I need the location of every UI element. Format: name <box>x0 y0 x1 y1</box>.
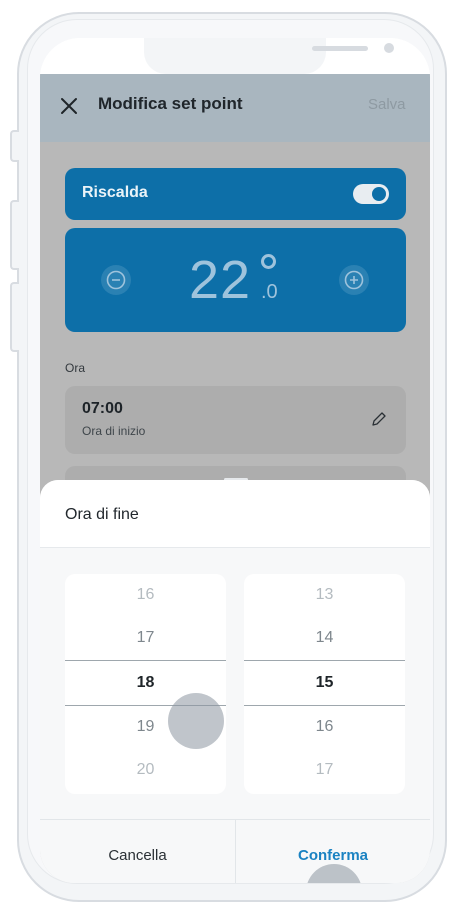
minute-option[interactable]: 17 <box>244 761 405 779</box>
close-icon[interactable] <box>60 97 78 115</box>
end-time-sheet: Ora di fine 16 17 18 19 20 13 14 15 16 1… <box>40 480 430 883</box>
hour-option[interactable]: 17 <box>65 629 226 647</box>
notch <box>144 38 394 74</box>
side-button <box>10 200 19 270</box>
status-bar <box>40 38 430 74</box>
start-time-card[interactable]: 07:00 Ora di inizio <box>65 386 406 454</box>
side-button <box>10 130 19 162</box>
decrease-temperature-button[interactable] <box>101 265 131 295</box>
minute-option[interactable]: 13 <box>244 586 405 604</box>
save-button[interactable]: Salva <box>368 96 406 113</box>
hour-option-selected[interactable]: 18 <box>65 674 226 692</box>
speaker-grille <box>312 46 368 51</box>
selection-line <box>244 660 405 661</box>
sheet-title: Ora di fine <box>65 506 139 523</box>
degree-symbol <box>261 254 276 269</box>
touch-indicator <box>168 693 224 749</box>
heating-mode-card: Riscalda <box>65 168 406 220</box>
sheet-header: Ora di fine <box>40 480 430 548</box>
selection-line <box>244 705 405 706</box>
hour-option[interactable]: 16 <box>65 586 226 604</box>
cancel-button[interactable]: Cancella <box>40 820 235 883</box>
heating-toggle[interactable] <box>353 184 389 204</box>
heating-mode-label: Riscalda <box>82 184 148 201</box>
selection-line <box>65 660 226 661</box>
temperature-value: 22 <box>189 250 252 310</box>
increase-temperature-button[interactable] <box>339 265 369 295</box>
toggle-knob <box>372 187 386 201</box>
minute-option[interactable]: 16 <box>244 718 405 736</box>
temperature-card: 22 .0 <box>65 228 406 332</box>
minute-option-selected[interactable]: 15 <box>244 674 405 692</box>
page-title: Modifica set point <box>98 94 243 113</box>
minute-picker[interactable]: 13 14 15 16 17 <box>244 574 405 794</box>
hour-picker[interactable]: 16 17 18 19 20 <box>65 574 226 794</box>
temperature-decimal: .0 <box>261 281 278 303</box>
minute-option[interactable]: 14 <box>244 629 405 647</box>
time-section-label: Ora <box>65 361 86 375</box>
minus-circle-icon <box>106 270 126 290</box>
hour-option[interactable]: 20 <box>65 761 226 779</box>
camera-dot <box>384 43 394 53</box>
side-button <box>10 282 19 352</box>
pencil-icon[interactable] <box>370 410 388 428</box>
plus-circle-icon <box>344 270 364 290</box>
sheet-footer: Cancella Conferma <box>40 819 430 883</box>
start-time-value: 07:00 <box>82 400 123 417</box>
screen: Modifica set point Salva Riscalda 22 .0 … <box>40 38 430 883</box>
start-time-label: Ora di inizio <box>82 424 146 438</box>
